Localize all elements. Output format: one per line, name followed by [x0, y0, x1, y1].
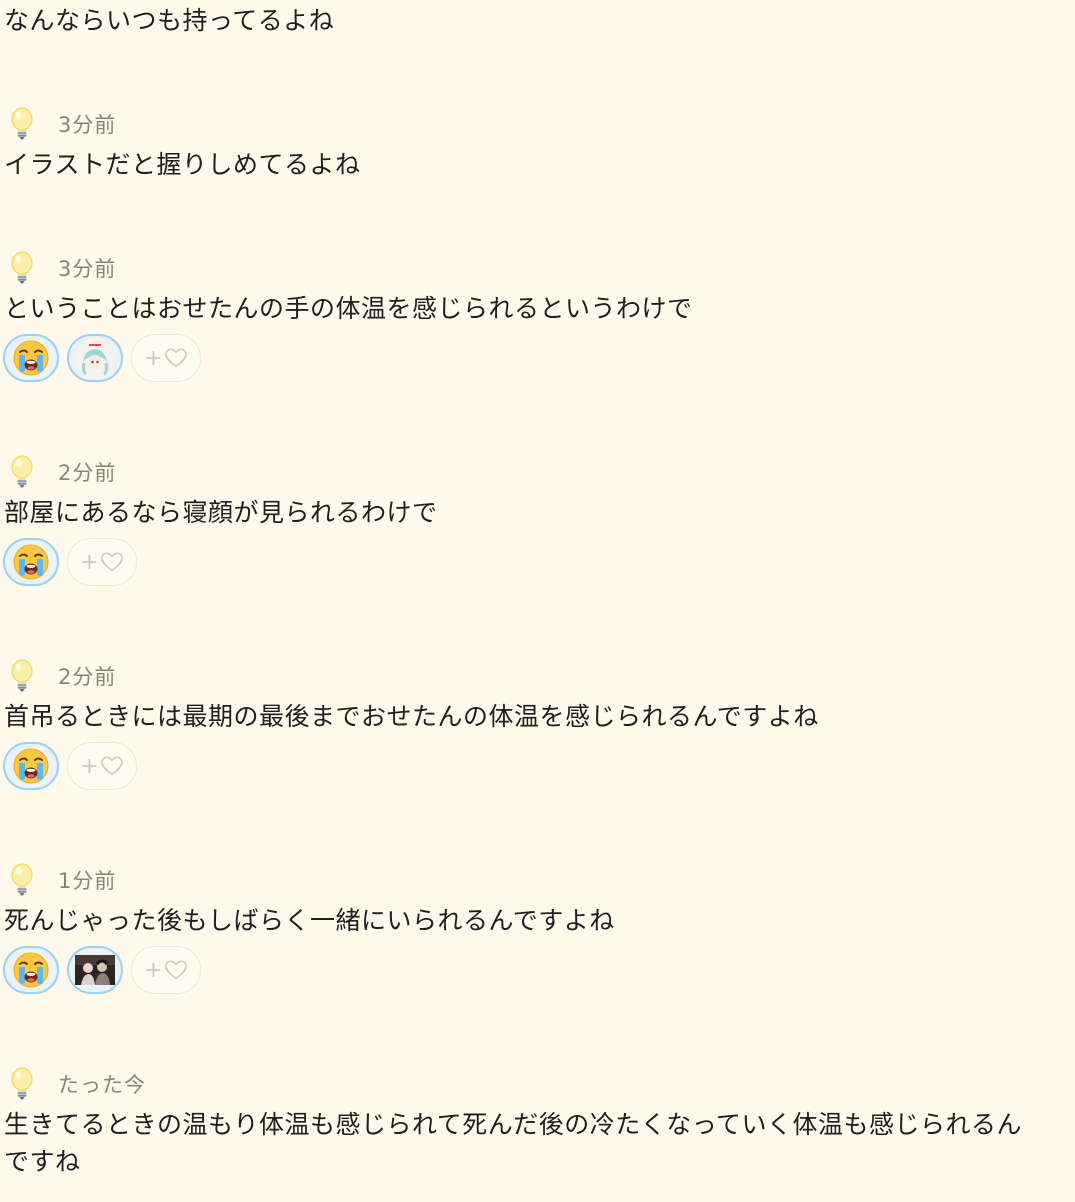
post-meta: 1分前 — [6, 862, 116, 898]
add-reaction-button[interactable]: + — [131, 334, 201, 382]
post-meta: 2分前 — [6, 454, 116, 490]
loudly-crying-face-icon — [11, 542, 51, 582]
post-time: 2分前 — [58, 461, 117, 485]
lightbulb-icon — [6, 454, 38, 490]
reaction-bar: + — [3, 742, 137, 790]
heart-outline-icon — [164, 347, 188, 369]
chat-feed: なんならいつも持ってるよね 3分前 イラストだと握りしめてるよね 3分前 という… — [0, 0, 1075, 1202]
lightbulb-icon — [6, 862, 38, 898]
character-stamp-icon — [75, 338, 115, 378]
post-time: 1分前 — [58, 869, 117, 893]
heart-outline-icon — [164, 959, 188, 981]
lightbulb-icon — [6, 658, 38, 694]
post-text: 生きてるときの温もり体温も感じられて死んだ後の冷たくなっていく体温も感じられるん… — [4, 1110, 1023, 1176]
reaction-crying[interactable] — [3, 742, 59, 790]
lightbulb-icon — [6, 106, 38, 142]
post-meta: たった今 — [6, 1066, 146, 1102]
post-text: 部屋にあるなら寝顔が見られるわけで — [4, 498, 438, 527]
loudly-crying-face-icon — [11, 950, 51, 990]
reaction-bar: + — [3, 946, 201, 994]
post-text: イラストだと握りしめてるよね — [4, 150, 361, 179]
reaction-bar: + — [3, 334, 201, 382]
heart-outline-icon — [100, 551, 124, 573]
loudly-crying-face-icon — [11, 746, 51, 786]
post-text: 首吊るときには最期の最後までおせたんの体温を感じられるんですよね — [4, 702, 819, 731]
post-meta: 3分前 — [6, 250, 116, 286]
heart-outline-icon — [100, 755, 124, 777]
add-reaction-plus: + — [80, 753, 99, 779]
post-meta: 2分前 — [6, 658, 116, 694]
post-text: 死んじゃった後もしばらく一緒にいられるんですよね — [4, 906, 615, 935]
reaction-crying[interactable] — [3, 538, 59, 586]
post-text: なんならいつも持ってるよね — [4, 6, 335, 35]
add-reaction-button[interactable]: + — [67, 538, 137, 586]
loudly-crying-face-icon — [11, 338, 51, 378]
post-time: 3分前 — [58, 113, 117, 137]
post-time: 3分前 — [58, 257, 117, 281]
add-reaction-plus: + — [144, 345, 163, 371]
reaction-bar: + — [3, 538, 137, 586]
add-reaction-button[interactable]: + — [131, 946, 201, 994]
post-time: 2分前 — [58, 665, 117, 689]
photo-stamp-icon — [75, 955, 115, 985]
reaction-stamp[interactable] — [67, 334, 123, 382]
reaction-crying[interactable] — [3, 334, 59, 382]
add-reaction-button[interactable]: + — [67, 742, 137, 790]
lightbulb-icon — [6, 1066, 38, 1102]
add-reaction-plus: + — [80, 549, 99, 575]
post-meta: 3分前 — [6, 106, 116, 142]
reaction-photo-stamp[interactable] — [67, 946, 123, 994]
reaction-crying[interactable] — [3, 946, 59, 994]
add-reaction-plus: + — [144, 957, 163, 983]
post-text: ということはおせたんの手の体温を感じられるというわけで — [4, 294, 693, 323]
post-time: たった今 — [58, 1073, 146, 1097]
lightbulb-icon — [6, 250, 38, 286]
